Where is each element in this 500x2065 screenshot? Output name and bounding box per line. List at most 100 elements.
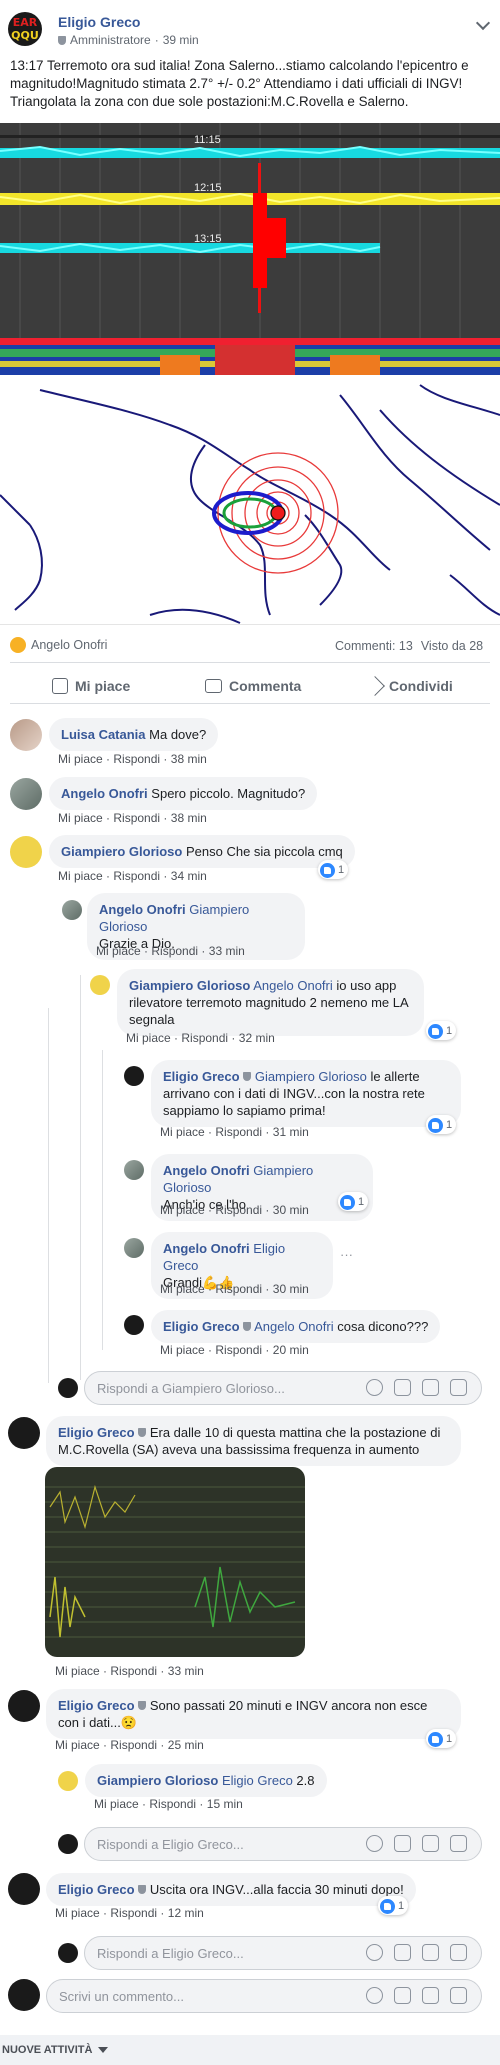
avatar[interactable] [124, 1160, 144, 1180]
comment-time[interactable]: 12 min [168, 1906, 204, 1920]
comment-reactions[interactable]: 1 [426, 1115, 457, 1134]
reactions-summary[interactable]: Angelo Onofri [10, 637, 107, 653]
like-reaction-icon [428, 1117, 443, 1133]
avatar[interactable] [58, 1771, 78, 1791]
post-author[interactable]: Eligio Greco [58, 14, 140, 30]
comment-like-link[interactable]: Mi piace [55, 1738, 100, 1752]
comment-actions: Mi piace · Rispondi · 20 min [160, 1343, 309, 1357]
avatar[interactable] [124, 1238, 144, 1258]
avatar[interactable] [10, 778, 42, 810]
comment-reply-link[interactable]: Rispondi [151, 944, 198, 958]
comment-time[interactable]: 20 min [273, 1343, 309, 1357]
comment-time[interactable]: 34 min [171, 869, 207, 883]
avatar[interactable] [90, 975, 110, 995]
camera-icon[interactable] [394, 1987, 411, 2004]
comment-like-link[interactable]: Mi piace [160, 1203, 205, 1217]
gif-icon[interactable] [422, 1987, 439, 2004]
comment-like-link[interactable]: Mi piace [160, 1343, 205, 1357]
comment-count[interactable]: Commenti: 13 [335, 639, 413, 653]
comment-time[interactable]: 32 min [239, 1031, 275, 1045]
comment-reactions[interactable]: 1 [426, 1021, 457, 1040]
comment-reply-link[interactable]: Rispondi [110, 1664, 157, 1678]
comment-time[interactable]: 30 min [273, 1282, 309, 1296]
comment-time[interactable]: 33 min [168, 1664, 204, 1678]
comment-time[interactable]: 30 min [273, 1203, 309, 1217]
avatar[interactable] [62, 900, 82, 920]
post-menu-icon[interactable] [475, 15, 491, 31]
comment-time[interactable]: 15 min [207, 1797, 243, 1811]
comment-reactions[interactable]: 1 [338, 1192, 369, 1211]
sticker-icon[interactable] [450, 1987, 467, 2004]
share-button[interactable]: Condividi [365, 676, 453, 696]
comment-reply-link[interactable]: Rispondi [215, 1343, 262, 1357]
input-tools [366, 1987, 467, 2004]
comment-like-link[interactable]: Mi piace [58, 869, 103, 883]
camera-icon[interactable] [394, 1835, 411, 1852]
comment-like-link[interactable]: Mi piace [160, 1125, 205, 1139]
reply-input[interactable]: Rispondi a Eligio Greco... [84, 1936, 482, 1970]
shield-icon [58, 35, 66, 45]
comment-reply-link[interactable]: Rispondi [113, 869, 160, 883]
comment-reply-link[interactable]: Rispondi [215, 1125, 262, 1139]
comment-bubble: Giampiero Glorioso Penso Che sia piccola… [49, 835, 355, 868]
comment-image-seismogram[interactable] [45, 1467, 305, 1657]
avatar[interactable] [124, 1066, 144, 1086]
comment-like-link[interactable]: Mi piace [55, 1906, 100, 1920]
epicenter-map-image[interactable] [0, 375, 500, 625]
comment-input[interactable]: Scrivi un commento... [46, 1979, 482, 2013]
comment-time[interactable]: 33 min [209, 944, 245, 958]
comment-reply-link[interactable]: Rispondi [149, 1797, 196, 1811]
comment-reactions[interactable]: 1 [318, 860, 349, 879]
comment-like-link[interactable]: Mi piace [126, 1031, 171, 1045]
like-button[interactable]: Mi piace [52, 678, 130, 694]
comment-like-link[interactable]: Mi piace [58, 811, 103, 825]
comment-like-link[interactable]: Mi piace [160, 1282, 205, 1296]
comment-reply-link[interactable]: Rispondi [110, 1738, 157, 1752]
emoji-icon[interactable] [366, 1379, 383, 1396]
author-avatar[interactable]: EAR QQU [8, 12, 42, 46]
reply-input[interactable]: Rispondi a Eligio Greco... [84, 1827, 482, 1861]
comment-reactions[interactable]: 1 [378, 1896, 409, 1915]
avatar[interactable] [10, 719, 42, 751]
gif-icon[interactable] [422, 1835, 439, 1852]
comment-button[interactable]: Commenta [205, 678, 301, 694]
avatar[interactable] [124, 1315, 144, 1335]
avatar-logo-text: EAR [12, 16, 38, 29]
avatar[interactable] [8, 1417, 40, 1449]
sticker-icon[interactable] [450, 1835, 467, 1852]
comment-reply-link[interactable]: Rispondi [181, 1031, 228, 1045]
emoji-icon[interactable] [366, 1835, 383, 1852]
emoji-icon[interactable] [366, 1944, 383, 1961]
seismogram-image[interactable]: 11:15 12:15 13:15 [0, 123, 500, 375]
comment-time[interactable]: 38 min [171, 811, 207, 825]
comment-time[interactable]: 38 min [171, 752, 207, 766]
comment-time[interactable]: 31 min [273, 1125, 309, 1139]
camera-icon[interactable] [394, 1379, 411, 1396]
comment-like-link[interactable]: Mi piace [94, 1797, 139, 1811]
gif-icon[interactable] [422, 1944, 439, 1961]
comment-actions: Mi piace · Rispondi · 33 min [55, 1664, 204, 1678]
comment-like-link[interactable]: Mi piace [55, 1664, 100, 1678]
reply-input[interactable]: Rispondi a Giampiero Glorioso... [84, 1371, 482, 1405]
comment-bubble-icon [205, 679, 222, 693]
avatar[interactable] [10, 836, 42, 868]
sticker-icon[interactable] [450, 1379, 467, 1396]
avatar[interactable] [8, 1690, 40, 1722]
sticker-icon[interactable] [450, 1944, 467, 1961]
comment-reply-link[interactable]: Rispondi [113, 752, 160, 766]
comment-reply-link[interactable]: Rispondi [110, 1906, 157, 1920]
gif-icon[interactable] [422, 1379, 439, 1396]
comment-reply-link[interactable]: Rispondi [215, 1203, 262, 1217]
emoji-icon[interactable] [366, 1987, 383, 2004]
comment-like-link[interactable]: Mi piace [58, 752, 103, 766]
camera-icon[interactable] [394, 1944, 411, 1961]
avatar[interactable] [8, 1873, 40, 1905]
post-time[interactable]: 39 min [163, 33, 199, 47]
comment-time[interactable]: 25 min [168, 1738, 204, 1752]
comment-reply-link[interactable]: Rispondi [215, 1282, 262, 1296]
new-activity-bar[interactable]: NUOVE ATTIVITÀ [0, 2035, 500, 2065]
comment-options-icon[interactable]: ··· [340, 1247, 353, 1262]
comment-reactions[interactable]: 1 [426, 1729, 457, 1748]
comment-reply-link[interactable]: Rispondi [113, 811, 160, 825]
comment-like-link[interactable]: Mi piace [96, 944, 141, 958]
